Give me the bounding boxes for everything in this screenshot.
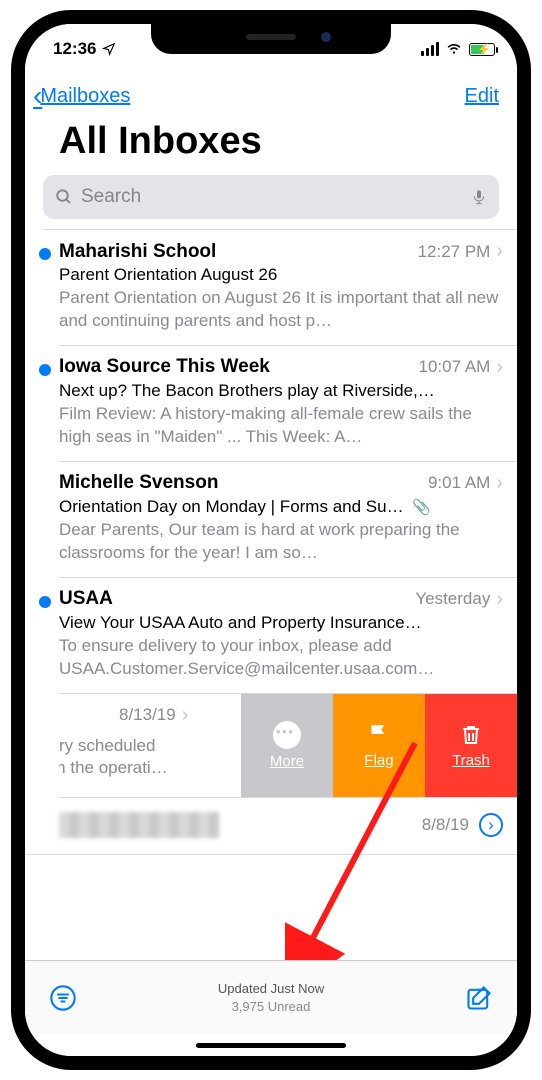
signal-icon <box>421 42 439 56</box>
chevron-right-icon: › <box>496 356 503 379</box>
page-title: All Inboxes <box>25 116 517 175</box>
subject: Next up? The Bacon Brothers play at Rive… <box>59 381 503 401</box>
location-icon <box>102 42 116 56</box>
email-row[interactable]: Iowa Source This Week 10:07 AM › Next up… <box>25 346 517 461</box>
info-button[interactable]: › <box>479 813 503 837</box>
email-row[interactable]: USAA Yesterday › View Your USAA Auto and… <box>25 578 517 693</box>
sender: Michelle Svenson <box>59 472 428 494</box>
toolbar: Updated Just Now 3,975 Unread <box>25 960 517 1034</box>
email-row[interactable]: Michelle Svenson 9:01 AM › Orientation D… <box>25 462 517 577</box>
redacted-sender <box>59 812 219 838</box>
time: 10:07 AM <box>419 357 491 377</box>
subject: View Your USAA Auto and Property Insuran… <box>59 613 503 633</box>
home-indicator[interactable] <box>25 1034 517 1056</box>
swipe-more-button[interactable]: More <box>241 694 333 797</box>
toolbar-status: Updated Just Now 3,975 Unread <box>218 980 324 1015</box>
unread-dot <box>39 364 51 376</box>
preview: To ensure delivery to your inbox, please… <box>59 635 503 681</box>
swiped-date: 8/13/19 <box>119 705 176 725</box>
time: 12:27 PM <box>418 242 491 262</box>
search-icon <box>55 188 73 206</box>
time: Yesterday <box>415 589 490 609</box>
edit-button[interactable]: Edit <box>465 85 499 108</box>
more-icon <box>273 721 301 749</box>
attachment-icon: 📎 <box>412 499 431 516</box>
subject: Orientation Day on Monday | Forms and Su… <box>59 497 503 517</box>
compose-button[interactable] <box>465 984 493 1012</box>
back-label: Mailboxes <box>40 85 130 108</box>
swipe-trash-button[interactable]: Trash <box>425 694 517 797</box>
preview: Film Review: A history-making all-female… <box>59 403 503 449</box>
time: 9:01 AM <box>428 473 490 493</box>
preview: Dear Parents, Our team is hard at work p… <box>59 519 503 565</box>
flag-icon <box>366 722 392 748</box>
trash-icon <box>459 722 483 748</box>
battery-icon: ⚡ <box>469 43 495 56</box>
preview: Parent Orientation on August 26 It is im… <box>59 287 503 333</box>
swipe-flag-button[interactable]: Flag <box>333 694 425 797</box>
nav-bar: ‹ Mailboxes Edit <box>25 66 517 116</box>
sender: USAA <box>59 588 415 610</box>
email-row[interactable]: Maharishi School 12:27 PM › Parent Orien… <box>25 230 517 345</box>
chevron-right-icon: › <box>496 240 503 263</box>
sender: Maharishi School <box>59 241 418 263</box>
wifi-icon <box>445 42 463 56</box>
back-button[interactable]: ‹ Mailboxes <box>33 80 130 112</box>
email-row-redacted[interactable]: 8/8/19 › <box>25 798 517 855</box>
sender: Iowa Source This Week <box>59 356 419 378</box>
search-placeholder: Search <box>81 186 141 208</box>
mic-icon[interactable] <box>471 187 487 207</box>
chevron-right-icon: › <box>496 472 503 495</box>
subject: Parent Orientation August 26 <box>59 265 503 285</box>
swiped-email-row[interactable]: 8/13/19 › urgery scheduled nts in the op… <box>59 693 517 798</box>
search-field[interactable]: Search <box>43 175 499 219</box>
email-list: Maharishi School 12:27 PM › Parent Orien… <box>25 229 517 960</box>
unread-dot <box>39 248 51 260</box>
status-time: 12:36 <box>53 39 96 59</box>
chevron-right-icon: › <box>496 588 503 611</box>
time: 8/8/19 <box>422 815 469 835</box>
unread-dot <box>39 596 51 608</box>
chevron-right-icon: › <box>182 704 189 727</box>
filter-button[interactable] <box>49 984 77 1012</box>
